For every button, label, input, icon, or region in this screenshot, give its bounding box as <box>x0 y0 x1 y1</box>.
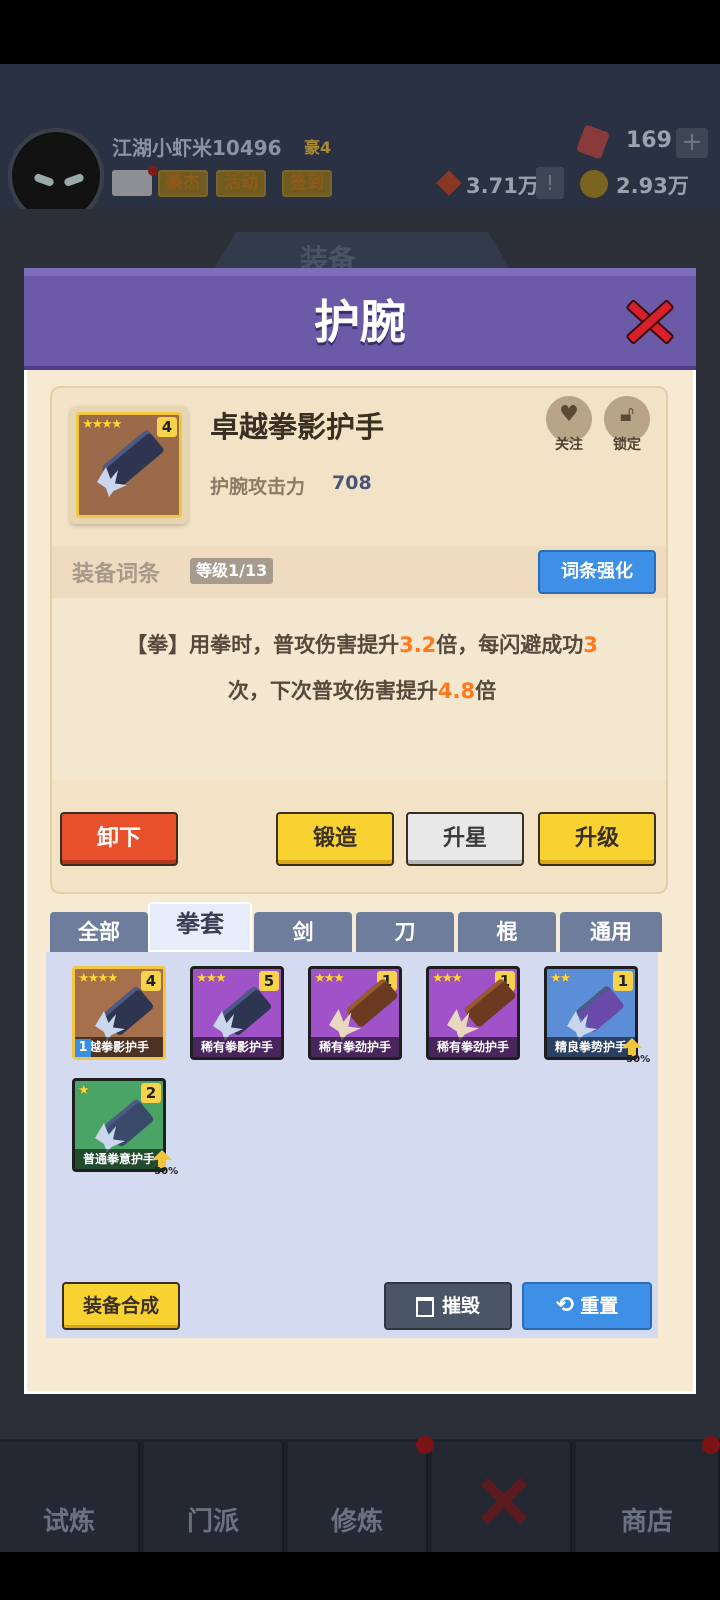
star-rating: ★★★ <box>314 971 345 986</box>
mail-icon[interactable] <box>112 166 158 196</box>
nav-label: 门派 <box>186 1507 239 1537</box>
gauntlet-icon: ★★★★ 4 <box>76 412 182 518</box>
nav-label: 修炼 <box>330 1507 383 1537</box>
trash-icon <box>415 1296 434 1317</box>
nav-label: 试炼 <box>42 1507 95 1537</box>
equipped-mark: 1 <box>75 1039 91 1057</box>
nav-label: 商店 <box>620 1507 673 1537</box>
inventory-item[interactable]: ★★★★ 4 1 越拳影护手 <box>72 966 166 1060</box>
item-name: 卓越拳影护手 <box>210 410 385 444</box>
inventory-item[interactable]: ★★ 1 精良拳势护手 <box>544 966 638 1060</box>
star-rating: ★★★ <box>196 971 227 986</box>
star-up-button[interactable]: 升星 <box>406 812 524 866</box>
dialog-title: 护腕 <box>314 295 406 349</box>
nav-cultivate[interactable]: 修炼 <box>288 1442 428 1552</box>
inventory-item[interactable]: ★★★ 5 稀有拳影护手 <box>190 966 284 1060</box>
attack-value: 708 <box>332 472 372 494</box>
player-header <box>0 64 720 209</box>
background-title-tab <box>212 232 512 272</box>
desc-text: 倍，每闪避成功 <box>436 633 584 657</box>
inventory-footer: 装备合成 摧毁 ⟲ 重置 <box>46 1276 658 1338</box>
item-count: 1 <box>613 971 633 991</box>
desc-text: 倍 <box>475 679 497 703</box>
category-tabs: 全部 拳套 剑 刀 棍 通用 <box>50 902 670 952</box>
affix-description: 【拳】用拳时，普攻伤害提升3.2倍，每闪避成功3 次，下次普攻伤害提升4.8倍 <box>72 622 652 714</box>
equipment-dialog: 护腕 ★★★★ 4 卓越拳影护手 护腕攻击力 708 ♥ 关注 🔓︎ 锁定 装备… <box>24 268 696 1394</box>
item-label: 稀有拳影护手 <box>193 1037 281 1057</box>
item-label: 稀有拳劲护手 <box>429 1037 517 1057</box>
hero-button[interactable]: 豪杰 <box>158 170 208 197</box>
nav-shop[interactable]: 商店 <box>576 1442 720 1552</box>
item-detail-card: ★★★★ 4 卓越拳影护手 护腕攻击力 708 ♥ 关注 🔓︎ 锁定 装备词条 … <box>50 386 668 894</box>
rank-badge: 豪4 <box>304 138 332 157</box>
destroy-label: 摧毁 <box>441 1295 480 1317</box>
nav-equipment[interactable] <box>432 1442 572 1552</box>
item-frame: ★★★★ 4 <box>70 406 188 524</box>
status-bar <box>0 0 720 64</box>
tab-staff[interactable]: 棍 <box>458 912 556 952</box>
power-value: 3.71万 <box>466 174 539 198</box>
affix-level-badge: 等级1/13 <box>190 558 274 584</box>
affix-enhance-button[interactable]: 词条强化 <box>538 550 656 594</box>
item-level: 4 <box>157 417 177 437</box>
tab-sword[interactable]: 剑 <box>254 912 352 952</box>
tab-blade[interactable]: 刀 <box>356 912 454 952</box>
tab-all[interactable]: 全部 <box>50 912 148 952</box>
crossed-swords-icon <box>476 1472 532 1528</box>
follow-label: 关注 <box>555 437 583 453</box>
player-name: 江湖小虾米10496 <box>112 136 282 160</box>
forge-button[interactable]: 锻造 <box>276 812 394 866</box>
unequip-button[interactable]: 卸下 <box>60 812 178 866</box>
lock-label: 锁定 <box>613 437 641 453</box>
coin-value: 2.93万 <box>616 174 689 198</box>
events-button[interactable]: 活动 <box>216 170 266 197</box>
star-rating: ★★ <box>550 971 571 986</box>
add-gems-button[interactable]: + <box>676 128 708 158</box>
power-info-button[interactable]: ! <box>536 167 564 199</box>
desc-text: 【拳】用拳时，普攻伤害提升 <box>126 633 400 657</box>
discount-label: -50% <box>622 1054 651 1065</box>
reset-button[interactable]: ⟲ 重置 <box>522 1282 652 1330</box>
attack-label: 护腕攻击力 <box>210 476 306 498</box>
item-label: 稀有拳劲护手 <box>311 1037 399 1057</box>
desc-value: 4.8 <box>437 679 476 703</box>
affix-title: 装备词条 <box>72 562 161 587</box>
notification-dot <box>416 1436 434 1454</box>
system-nav-bar <box>0 1552 720 1600</box>
desc-value: 3.2 <box>399 633 437 657</box>
lock-icon: 🔓︎ <box>619 402 635 427</box>
discount-label: -50% <box>150 1166 179 1177</box>
star-rating: ★ <box>78 1083 90 1098</box>
inventory-item[interactable]: ★ 2 普通拳意护手 <box>72 1078 166 1172</box>
compose-button[interactable]: 装备合成 <box>62 1282 180 1330</box>
item-count: 4 <box>141 971 161 991</box>
affix-bar: 装备词条 等级1/13 词条强化 <box>52 546 666 598</box>
heart-icon: ♥ <box>559 402 579 427</box>
inventory-item[interactable]: ★★★ 1 稀有拳劲护手 <box>426 966 520 1060</box>
star-rating: ★★★ <box>432 971 463 986</box>
desc-value: 3 <box>583 633 598 657</box>
item-count: 5 <box>259 971 279 991</box>
tab-general[interactable]: 通用 <box>560 912 662 952</box>
nav-sect[interactable]: 门派 <box>144 1442 284 1552</box>
nav-trial[interactable]: 试炼 <box>0 1442 140 1552</box>
item-count: 2 <box>141 1083 161 1103</box>
refresh-icon: ⟲ <box>555 1293 575 1318</box>
checkin-button[interactable]: 签到 <box>282 170 332 197</box>
upgrade-button[interactable]: 升级 <box>538 812 656 866</box>
inventory-grid: ★★★★ 4 1 越拳影护手 ★★★ 5 稀有拳影护手 ★★★ 1 稀有拳劲护手… <box>46 952 658 1276</box>
gem-count: 169 <box>626 128 672 153</box>
star-rating: ★★★★ <box>78 971 119 986</box>
inventory-item[interactable]: ★★★ 1 稀有拳劲护手 <box>308 966 402 1060</box>
close-button[interactable] <box>618 290 680 352</box>
star-rating: ★★★★ <box>82 417 123 432</box>
destroy-button[interactable]: 摧毁 <box>384 1282 512 1330</box>
notification-dot <box>702 1436 720 1454</box>
desc-text: 次，下次普攻伤害提升 <box>227 679 438 703</box>
dialog-header: 护腕 <box>24 268 696 370</box>
coin-icon <box>580 170 608 198</box>
tab-gauntlet[interactable]: 拳套 <box>148 902 252 952</box>
reset-label: 重置 <box>580 1295 619 1317</box>
